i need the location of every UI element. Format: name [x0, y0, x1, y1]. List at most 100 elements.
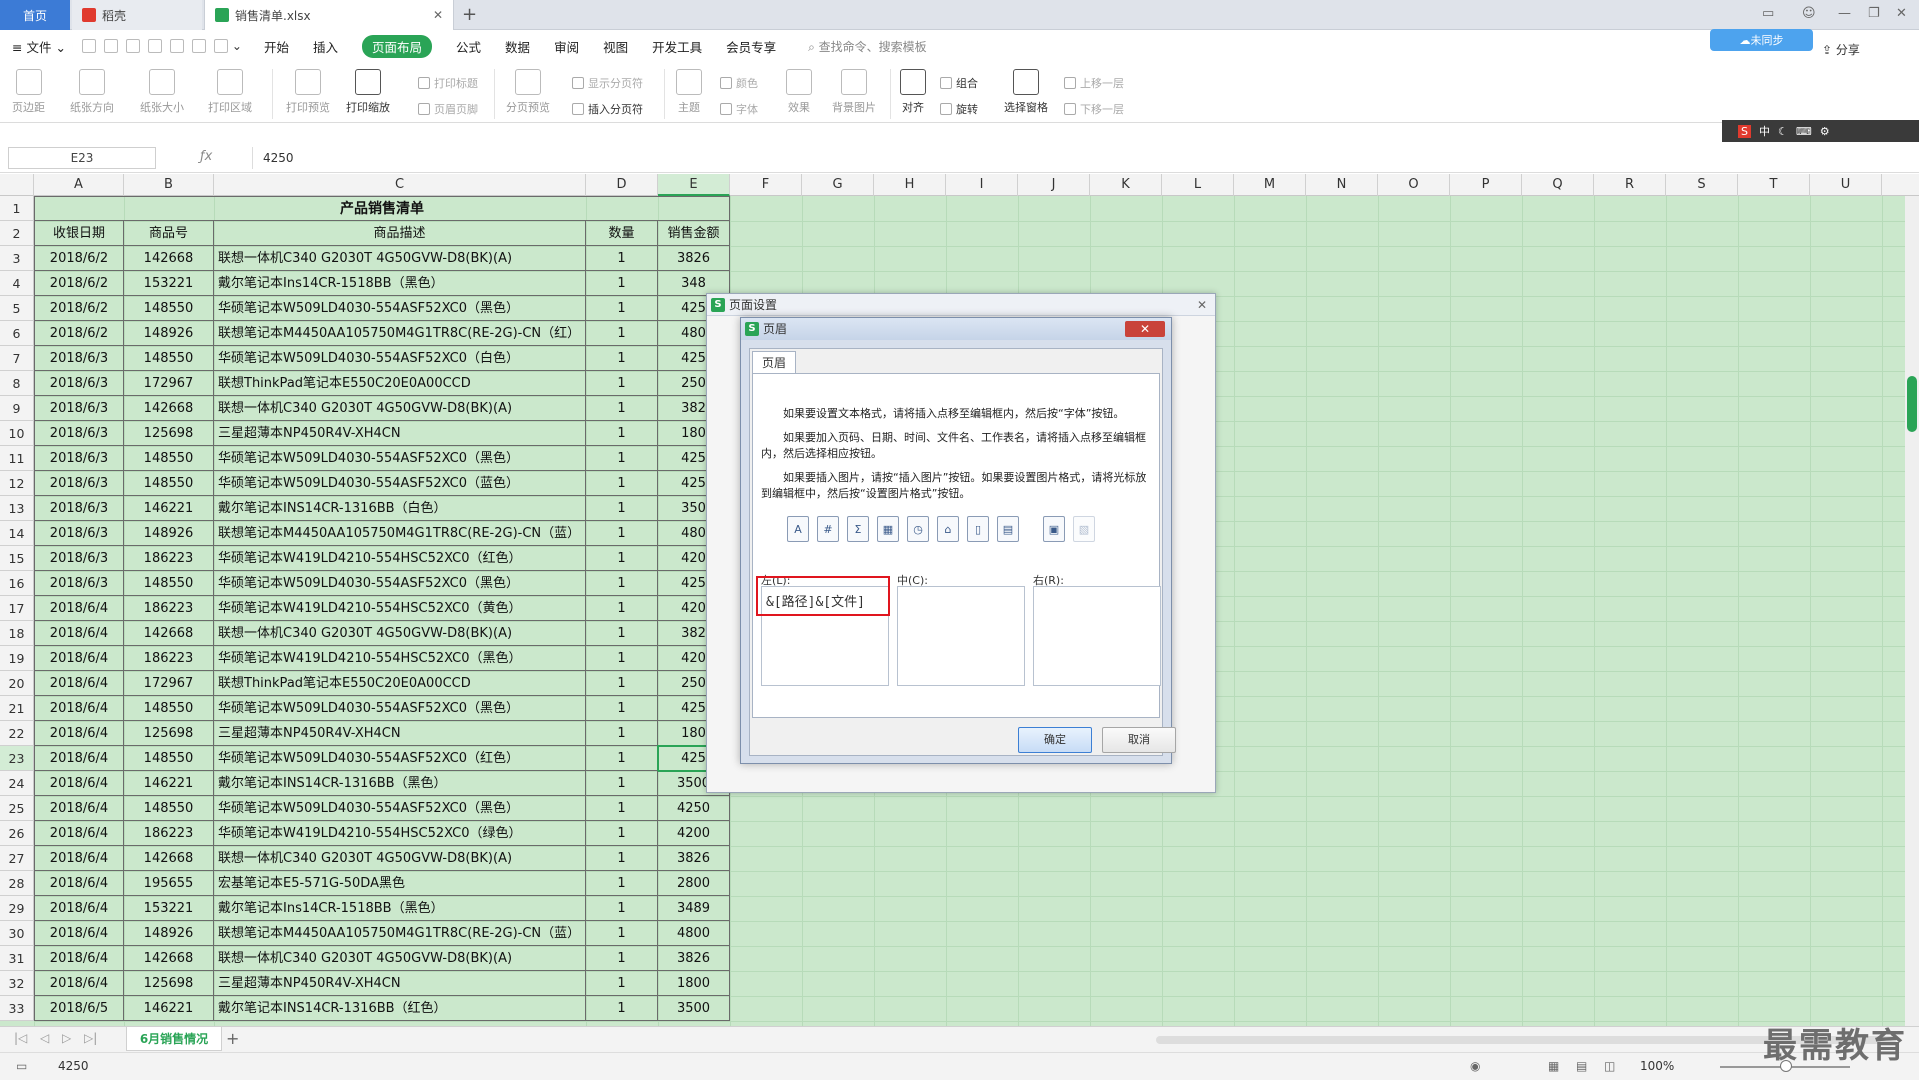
row-header[interactable]: 33: [0, 996, 34, 1021]
cancel-button[interactable]: 取消: [1102, 727, 1176, 753]
table-cell[interactable]: 华硕笔记本W509LD4030-554ASF52XC0（黑色）: [214, 696, 586, 721]
menu-item-start[interactable]: 开始: [264, 37, 289, 56]
table-cell[interactable]: 华硕笔记本W509LD4030-554ASF52XC0（黑色）: [214, 296, 586, 321]
table-cell[interactable]: 2018/6/2: [34, 246, 124, 271]
table-cell[interactable]: 2018/6/4: [34, 646, 124, 671]
undo-icon[interactable]: [191, 39, 206, 53]
column-header[interactable]: T: [1738, 174, 1810, 196]
menu-item-formula[interactable]: 公式: [456, 37, 481, 56]
sheet-nav-last-icon[interactable]: ▷|: [84, 1031, 97, 1045]
normal-view-icon[interactable]: ▦: [1548, 1059, 1559, 1073]
column-header[interactable]: K: [1090, 174, 1162, 196]
table-cell[interactable]: 联想一体机C340 G2030T 4G50GVW-D8(BK)(A): [214, 946, 586, 971]
print-area-button[interactable]: 打印区域: [208, 69, 252, 115]
column-header[interactable]: G: [802, 174, 874, 196]
quick-access-dropdown-icon[interactable]: ⌄: [232, 39, 242, 53]
command-search[interactable]: ⌕ 查找命令、搜索模板: [808, 38, 927, 55]
share-button[interactable]: ⇪ 分享: [1822, 41, 1860, 58]
ime-toolbar[interactable]: S 中 ☾ ⌨ ⚙: [1722, 120, 1919, 142]
table-cell[interactable]: 华硕笔记本W419LD4210-554HSC52XC0（黄色）: [214, 596, 586, 621]
column-title-cell[interactable]: 销售金额: [658, 221, 730, 246]
table-cell[interactable]: 2018/6/3: [34, 421, 124, 446]
insert-page-break-button[interactable]: 插入分页符: [572, 101, 643, 117]
table-cell[interactable]: 华硕笔记本W419LD4210-554HSC52XC0（黑色）: [214, 646, 586, 671]
sheet-title-cell[interactable]: 产品销售清单: [34, 196, 730, 221]
row-header[interactable]: 19: [0, 646, 34, 671]
print-titles-button[interactable]: 打印标题: [418, 75, 478, 91]
table-cell[interactable]: 三星超薄本NP450R4V-XH4CN: [214, 421, 586, 446]
column-title-cell[interactable]: 商品描述: [214, 221, 586, 246]
table-cell[interactable]: 146221: [124, 496, 214, 521]
show-page-breaks-checkbox[interactable]: 显示分页符: [572, 75, 643, 91]
fx-icon[interactable]: ƒx: [200, 149, 212, 164]
row-header[interactable]: 8: [0, 371, 34, 396]
table-cell[interactable]: 联想笔记本M4450AA105750M4G1TR8C(RE-2G)-CN（蓝）: [214, 921, 586, 946]
table-cell[interactable]: 153221: [124, 896, 214, 921]
table-cell[interactable]: 4200: [658, 821, 730, 846]
table-cell[interactable]: 2018/6/2: [34, 296, 124, 321]
table-cell[interactable]: 148550: [124, 571, 214, 596]
table-cell[interactable]: 125698: [124, 971, 214, 996]
column-header[interactable]: M: [1234, 174, 1306, 196]
menu-item-data[interactable]: 数据: [505, 37, 530, 56]
row-header[interactable]: 26: [0, 821, 34, 846]
table-cell[interactable]: 1: [586, 946, 658, 971]
table-cell[interactable]: 148550: [124, 471, 214, 496]
table-cell[interactable]: 联想一体机C340 G2030T 4G50GVW-D8(BK)(A): [214, 396, 586, 421]
table-cell[interactable]: 2018/6/2: [34, 321, 124, 346]
header-dialog-close-button[interactable]: ✕: [1125, 321, 1165, 337]
table-cell[interactable]: 1: [586, 471, 658, 496]
table-cell[interactable]: 2018/6/5: [34, 996, 124, 1021]
menu-item-review[interactable]: 审阅: [554, 37, 579, 56]
send-backward-button[interactable]: 下移一层: [1064, 101, 1124, 117]
row-header[interactable]: 2: [0, 221, 34, 246]
row-header[interactable]: 29: [0, 896, 34, 921]
name-box[interactable]: E23: [8, 147, 156, 169]
row-header[interactable]: 3: [0, 246, 34, 271]
row-header[interactable]: 1: [0, 196, 34, 221]
table-cell[interactable]: 2018/6/4: [34, 821, 124, 846]
save-icon[interactable]: [103, 39, 118, 53]
table-cell[interactable]: 2018/6/2: [34, 271, 124, 296]
tab-header[interactable]: 页眉: [752, 351, 796, 373]
align-button[interactable]: 对齐: [900, 69, 926, 115]
column-header[interactable]: H: [874, 174, 946, 196]
column-title-cell[interactable]: 数量: [586, 221, 658, 246]
table-cell[interactable]: 148926: [124, 521, 214, 546]
cloud-sync-button[interactable]: ☁ 未同步: [1710, 29, 1813, 51]
sheet-nav-first-icon[interactable]: |◁: [14, 1031, 27, 1045]
table-cell[interactable]: 186223: [124, 646, 214, 671]
table-cell[interactable]: 1: [586, 621, 658, 646]
column-header[interactable]: I: [946, 174, 1018, 196]
column-header[interactable]: B: [124, 174, 214, 196]
minimize-icon[interactable]: —: [1838, 6, 1851, 21]
menu-item-developer[interactable]: 开发工具: [652, 37, 702, 56]
page-break-preview-button[interactable]: 分页预览: [506, 69, 550, 115]
row-header[interactable]: 32: [0, 971, 34, 996]
column-header[interactable]: Q: [1522, 174, 1594, 196]
sheet-nav-next-icon[interactable]: ▷: [62, 1031, 71, 1045]
table-cell[interactable]: 华硕笔记本W509LD4030-554ASF52XC0（黑色）: [214, 796, 586, 821]
table-cell[interactable]: 2018/6/3: [34, 571, 124, 596]
close-tab-icon[interactable]: ✕: [433, 8, 443, 22]
table-cell[interactable]: 华硕笔记本W509LD4030-554ASF52XC0（蓝色）: [214, 471, 586, 496]
table-cell[interactable]: 148550: [124, 446, 214, 471]
table-cell[interactable]: 1: [586, 846, 658, 871]
window-layout-icon[interactable]: ▭: [1762, 6, 1774, 21]
column-header[interactable]: R: [1594, 174, 1666, 196]
insert-picture-icon[interactable]: ▣: [1043, 516, 1065, 542]
row-header[interactable]: 13: [0, 496, 34, 521]
table-cell[interactable]: 172967: [124, 371, 214, 396]
row-header[interactable]: 17: [0, 596, 34, 621]
column-header[interactable]: J: [1018, 174, 1090, 196]
table-cell[interactable]: 148550: [124, 796, 214, 821]
table-cell[interactable]: 1: [586, 246, 658, 271]
table-cell[interactable]: 1: [586, 721, 658, 746]
background-image-button[interactable]: 背景图片: [832, 69, 876, 115]
row-header[interactable]: 30: [0, 921, 34, 946]
table-cell[interactable]: 2018/6/3: [34, 446, 124, 471]
row-header[interactable]: 27: [0, 846, 34, 871]
row-header[interactable]: 31: [0, 946, 34, 971]
table-cell[interactable]: 125698: [124, 421, 214, 446]
table-cell[interactable]: 148550: [124, 746, 214, 771]
